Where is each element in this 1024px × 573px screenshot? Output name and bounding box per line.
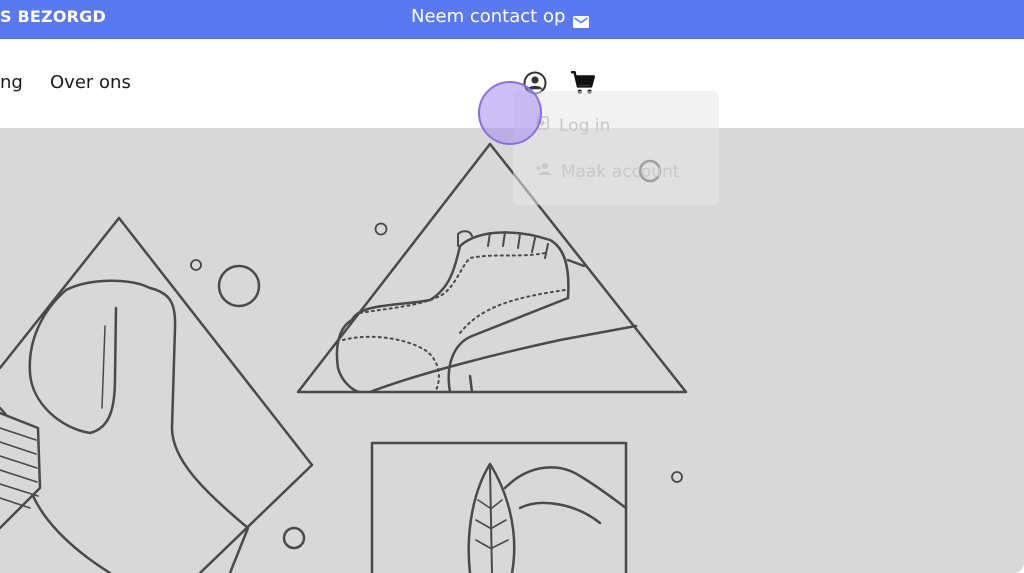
login-icon <box>535 115 551 136</box>
announcement-bar: S BEZORGD Neem contact op <box>0 0 1024 39</box>
contact-label: Neem contact op <box>411 6 566 27</box>
add-user-icon <box>535 161 553 182</box>
nav-item-partial[interactable]: ng <box>0 72 23 93</box>
menu-item-create-account[interactable]: Maak account <box>535 161 679 182</box>
menu-item-login[interactable]: Log in <box>535 115 610 136</box>
mail-icon <box>573 12 590 28</box>
contact-link[interactable]: Neem contact op <box>411 6 590 28</box>
hero-illustration <box>0 128 1024 573</box>
menu-item-create-account-label: Maak account <box>561 161 680 182</box>
account-dropdown-menu: Log in Maak account <box>513 91 719 205</box>
menu-item-login-label: Log in <box>559 115 611 136</box>
brand-text: S BEZORGD <box>0 7 106 26</box>
main-navigation: ng Over ons <box>0 39 1024 128</box>
nav-item-over-ons[interactable]: Over ons <box>50 72 131 93</box>
